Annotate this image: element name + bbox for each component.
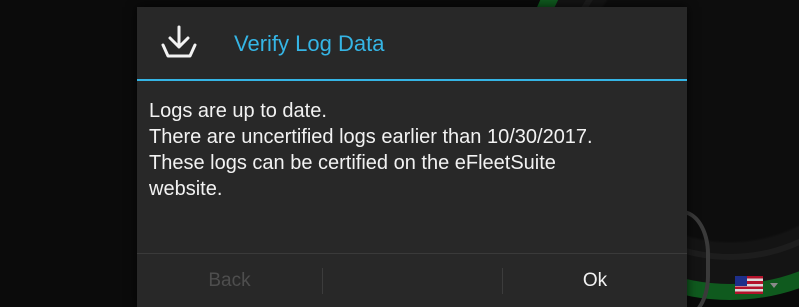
us-flag-icon[interactable] [735, 276, 763, 294]
chevron-down-icon[interactable] [770, 283, 778, 288]
message-line: Logs are up to date. [149, 100, 327, 122]
download-tray-icon [159, 25, 199, 61]
header-divider [137, 79, 687, 81]
dialog-title: Verify Log Data [234, 31, 385, 56]
dialog-header: Verify Log Data [137, 7, 687, 81]
dialog-button-bar: Back Ok [137, 253, 687, 307]
dialog-message: Logs are up to date. There are uncertifi… [149, 98, 679, 202]
message-line: There are uncertified logs earlier than … [149, 126, 593, 148]
back-button[interactable]: Back [137, 254, 322, 307]
verify-log-data-dialog: Verify Log Data Logs are up to date. The… [137, 7, 687, 307]
background-left-panel [0, 0, 140, 307]
message-line: website. [149, 178, 223, 200]
screen: Verify Log Data Logs are up to date. The… [0, 0, 799, 307]
empty-button-slot [322, 254, 502, 307]
message-line: These logs can be certified on the eFlee… [149, 152, 556, 174]
ok-button[interactable]: Ok [503, 254, 687, 307]
